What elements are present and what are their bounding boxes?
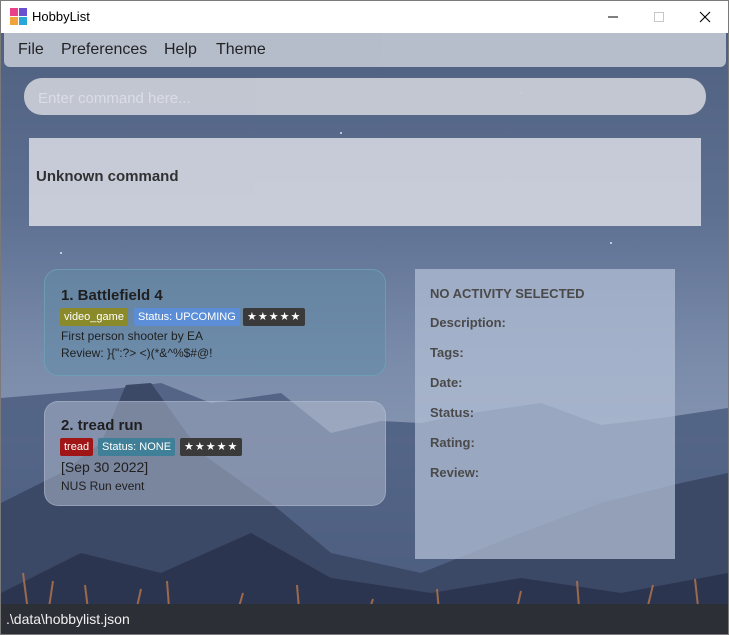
window-title: HobbyList (32, 9, 90, 24)
menu-file[interactable]: File (18, 41, 44, 59)
close-icon (699, 11, 711, 23)
menu-help[interactable]: Help (164, 41, 197, 59)
activity-date: [Sep 30 2022] (61, 459, 149, 475)
result-display: Unknown command (29, 138, 701, 226)
save-location-path: .\data\hobbylist.json (6, 611, 130, 627)
status-badge: Status: UPCOMING (134, 308, 240, 326)
activity-title: 2. tread run (61, 417, 143, 434)
command-input[interactable] (36, 87, 680, 109)
menu-preferences[interactable]: Preferences (61, 41, 147, 59)
detail-review-label: Review: (430, 465, 480, 480)
detail-heading: NO ACTIVITY SELECTED (430, 286, 585, 301)
detail-description-label: Description: (430, 315, 506, 330)
menu-bar: File Preferences Help Theme (4, 33, 726, 67)
activity-description: First person shooter by EA (61, 329, 204, 343)
tag-badge: tread (60, 438, 94, 456)
detail-tags-label: Tags: (430, 345, 464, 360)
main-area: File Preferences Help Theme Unknown comm… (1, 33, 728, 634)
activity-card[interactable]: 1. Battlefield 4 video_game Status: UPCO… (44, 269, 386, 376)
detail-rating-label: Rating: (430, 435, 475, 450)
result-message: Unknown command (36, 168, 179, 185)
rating-stars: ★★★★★ (180, 438, 243, 456)
activity-card[interactable]: 2. tread run tread Status: NONE ★★★★★ [S… (44, 401, 386, 506)
title-bar: HobbyList (1, 1, 728, 33)
activity-title: 1. Battlefield 4 (61, 287, 163, 304)
close-button[interactable] (682, 1, 728, 33)
maximize-button[interactable] (636, 1, 682, 33)
tag-badge: video_game (60, 308, 128, 326)
activity-review: Review: }{":?> <)(*&^%$#@! (61, 346, 213, 360)
app-window: HobbyList File Preferences Help Theme En… (0, 0, 729, 635)
minimize-icon (608, 16, 618, 18)
detail-status-label: Status: (430, 405, 475, 420)
status-badge: Status: NONE (98, 438, 176, 456)
status-bar: .\data\hobbylist.json (1, 604, 728, 634)
maximize-icon (654, 12, 664, 22)
menu-theme[interactable]: Theme (216, 41, 266, 59)
activity-description: NUS Run event (61, 479, 145, 493)
app-logo-icon (10, 8, 27, 25)
minimize-button[interactable] (590, 1, 636, 33)
detail-date-label: Date: (430, 375, 463, 390)
command-box (24, 78, 706, 115)
rating-stars: ★★★★★ (243, 308, 306, 326)
activity-detail-panel: NO ACTIVITY SELECTED Description: Tags: … (415, 269, 675, 559)
